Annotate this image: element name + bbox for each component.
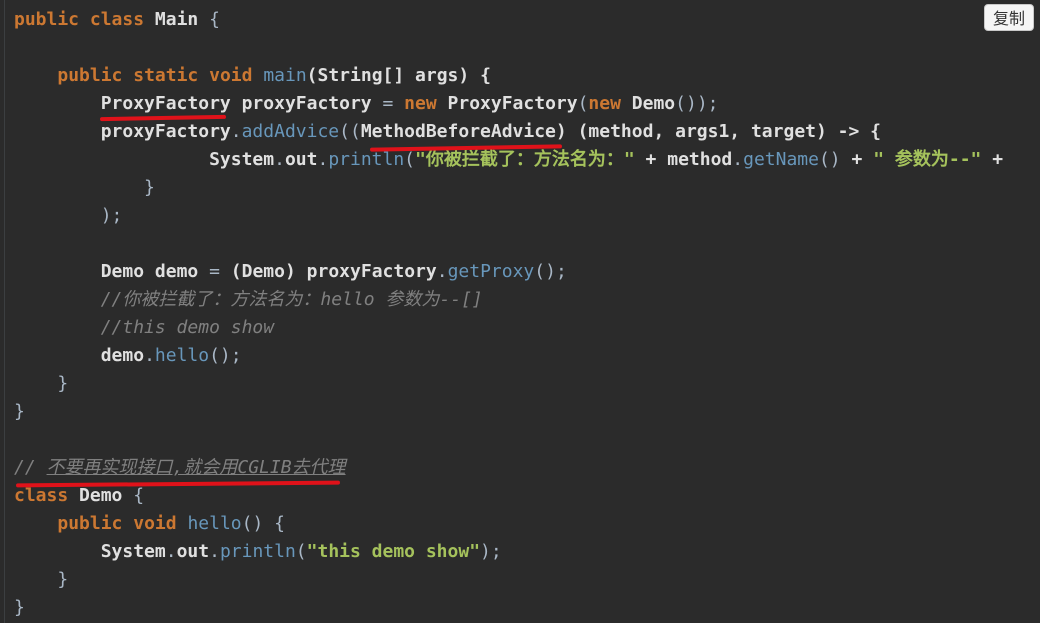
keyword-public: public <box>57 513 123 534</box>
keyword-public: public <box>14 9 80 30</box>
open-brace: { <box>133 485 145 506</box>
open-paren: ( <box>577 93 589 114</box>
code-line-21: } <box>14 566 68 594</box>
dot: . <box>165 541 177 562</box>
assign-operator: = <box>382 93 394 114</box>
code-line-12: //this demo show <box>14 314 274 342</box>
lambda-params: ) (method, args1, target) -> { <box>555 121 882 142</box>
main-params: (String[] args) { <box>306 65 491 86</box>
code-line-3: public static void main(String[] args) { <box>14 62 491 90</box>
copy-button[interactable]: 复制 <box>984 4 1034 31</box>
keyword-new: new <box>588 93 621 114</box>
class-name-main: Main <box>154 9 199 30</box>
statement-end: (); <box>534 261 567 282</box>
code-line-8: ); <box>14 202 123 230</box>
code-line-7: } <box>14 174 155 202</box>
code-line-6: System.out.println("你被拦截了：方法名为：" + metho… <box>14 146 1003 174</box>
var-demo: demo <box>154 261 199 282</box>
statement-end: (); <box>209 345 242 366</box>
field-out: out <box>284 149 318 170</box>
call-parens: () <box>818 149 841 170</box>
class-system: System <box>100 541 166 562</box>
open-paren: ( <box>295 541 307 562</box>
var-proxyfactory: proxyFactory <box>241 93 372 114</box>
dot: . <box>317 149 329 170</box>
method-name-main: main <box>263 65 307 86</box>
comment-output: //你被拦截了：方法名为：hello 参数为--[] <box>100 289 483 310</box>
editor-gutter-border <box>4 0 5 623</box>
code-line-14: } <box>14 370 68 398</box>
statement-end: ); <box>480 541 502 562</box>
comment-slashes: // <box>14 457 36 478</box>
cast-demo: (Demo) <box>230 261 296 282</box>
dot: . <box>209 541 220 562</box>
keyword-void: void <box>133 513 177 534</box>
code-line-10: Demo demo = (Demo) proxyFactory.getProxy… <box>14 258 567 286</box>
close-brace: } <box>57 569 69 590</box>
string-literal: "this demo show" <box>306 541 481 562</box>
open-brace: { <box>209 9 220 30</box>
var-proxyfactory: proxyFactory <box>100 121 231 142</box>
keyword-class: class <box>89 9 145 30</box>
code-line-19: public void hello() { <box>14 510 285 538</box>
type-proxyfactory: ProxyFactory <box>100 93 231 114</box>
field-out: out <box>176 541 210 562</box>
plus-operator: + <box>645 149 657 170</box>
ctor-proxyfactory: ProxyFactory <box>447 93 578 114</box>
method-getproxy: getProxy <box>447 261 535 282</box>
plus-operator: + <box>851 149 863 170</box>
close-brace: } <box>14 597 25 618</box>
type-demo: Demo <box>100 261 145 282</box>
method-println: println <box>219 541 296 562</box>
keyword-new: new <box>404 93 437 114</box>
keyword-public: public <box>57 65 123 86</box>
code-line-15: } <box>14 398 25 426</box>
assign-operator: = <box>209 261 220 282</box>
code-line-4: ProxyFactory proxyFactory = new ProxyFac… <box>14 90 719 118</box>
plus-operator: + <box>992 149 1004 170</box>
code-line-17: // 不要再实现接口,就会用CGLIB去代理 <box>14 454 346 482</box>
dot: . <box>144 345 155 366</box>
keyword-static: static <box>133 65 199 86</box>
dot: . <box>436 261 448 282</box>
dot: . <box>274 149 285 170</box>
keyword-class: class <box>14 485 69 506</box>
var-demo: demo <box>100 345 145 366</box>
code-line-20: System.out.println("this demo show"); <box>14 538 502 566</box>
method-params: () { <box>241 513 285 534</box>
code-line-11: //你被拦截了：方法名为：hello 参数为--[] <box>14 286 483 314</box>
statement-end: ); <box>100 205 123 226</box>
class-name-demo: Demo <box>79 485 123 506</box>
ctor-demo: Demo <box>631 93 676 114</box>
var-proxyfactory: proxyFactory <box>306 261 437 282</box>
string-literal: " 参数为--" <box>873 149 982 170</box>
code-line-1: public class Main { <box>14 6 220 34</box>
dot: . <box>230 121 242 142</box>
cast-methodbeforeadvice: MethodBeforeAdvice <box>360 121 556 142</box>
statement-end: ()); <box>675 93 719 114</box>
open-paren: (( <box>339 121 361 142</box>
class-system: System <box>209 149 275 170</box>
method-hello: hello <box>154 345 210 366</box>
close-brace: } <box>14 401 25 422</box>
code-line-5: proxyFactory.addAdvice((MethodBeforeAdvi… <box>14 118 881 146</box>
comment-output: //this demo show <box>100 317 275 338</box>
string-literal: "你被拦截了：方法名为：" <box>415 149 635 170</box>
comment-cglib-note: 不要再实现接口,就会用CGLIB去代理 <box>46 457 346 478</box>
open-paren: ( <box>404 149 416 170</box>
method-name-hello: hello <box>187 513 242 534</box>
method-println: println <box>328 149 405 170</box>
dot: . <box>732 149 744 170</box>
code-line-22: } <box>14 594 25 622</box>
var-method: method <box>667 149 733 170</box>
code-editor[interactable]: public class Main { public static void m… <box>0 0 1040 623</box>
method-addadvice: addAdvice <box>241 121 340 142</box>
code-line-13: demo.hello(); <box>14 342 242 370</box>
keyword-void: void <box>209 65 253 86</box>
method-getname: getName <box>743 149 819 170</box>
close-brace: } <box>144 177 155 198</box>
close-brace: } <box>57 373 69 394</box>
